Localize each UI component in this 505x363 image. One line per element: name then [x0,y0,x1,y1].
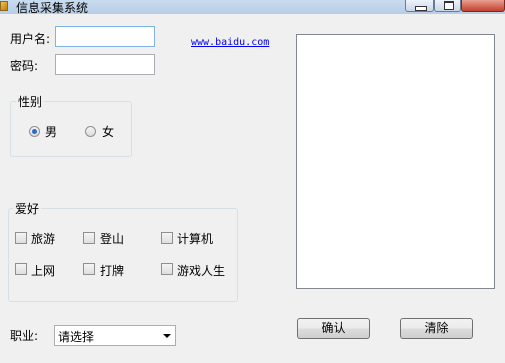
maximize-button[interactable] [434,0,461,12]
hobby-label-gaming: 游戏人生 [177,264,226,278]
job-label: 职业: [10,329,39,343]
password-label: 密码: [10,59,39,73]
hobby-checkbox-internet[interactable] [15,263,27,275]
minimize-icon [415,6,427,11]
hobby-checkbox-cards[interactable] [83,263,95,275]
title-bar: 信息采集系统 [0,0,505,15]
hobby-checkbox-climbing[interactable] [83,232,95,244]
confirm-button[interactable]: 确认 [297,318,370,339]
website-link[interactable]: www.baidu.com [191,37,269,48]
hobby-label-internet: 上网 [31,264,56,278]
username-input[interactable] [55,26,155,47]
hobby-label-travel: 旅游 [31,232,56,246]
gender-group-title: 性别 [16,93,45,110]
hobby-group [8,208,238,302]
chevron-down-icon[interactable] [163,334,171,338]
gender-radio-female[interactable] [85,126,96,137]
window-title: 信息采集系统 [16,1,89,15]
gender-radio-male[interactable] [29,126,40,137]
gender-label-female: 女 [102,125,115,139]
radio-selected-dot [32,129,37,134]
clear-button[interactable]: 清除 [400,318,473,339]
password-input[interactable] [55,54,155,75]
username-label: 用户名: [10,32,51,46]
job-select[interactable]: 请选择 [54,325,176,346]
job-select-value: 请选择 [58,330,95,344]
hobby-label-computer: 计算机 [177,232,214,246]
gender-label-male: 男 [45,125,58,139]
app-icon[interactable] [0,1,8,11]
info-listbox[interactable] [296,34,495,289]
hobby-checkbox-computer[interactable] [161,232,173,244]
hobby-group-title: 爱好 [13,200,42,217]
hobby-checkbox-travel[interactable] [15,232,27,244]
minimize-button[interactable] [405,0,434,12]
hobby-label-cards: 打牌 [100,264,125,278]
close-button[interactable] [461,0,505,12]
hobby-label-climbing: 登山 [100,232,125,246]
maximize-icon [444,1,454,10]
hobby-checkbox-gaming[interactable] [161,263,173,275]
